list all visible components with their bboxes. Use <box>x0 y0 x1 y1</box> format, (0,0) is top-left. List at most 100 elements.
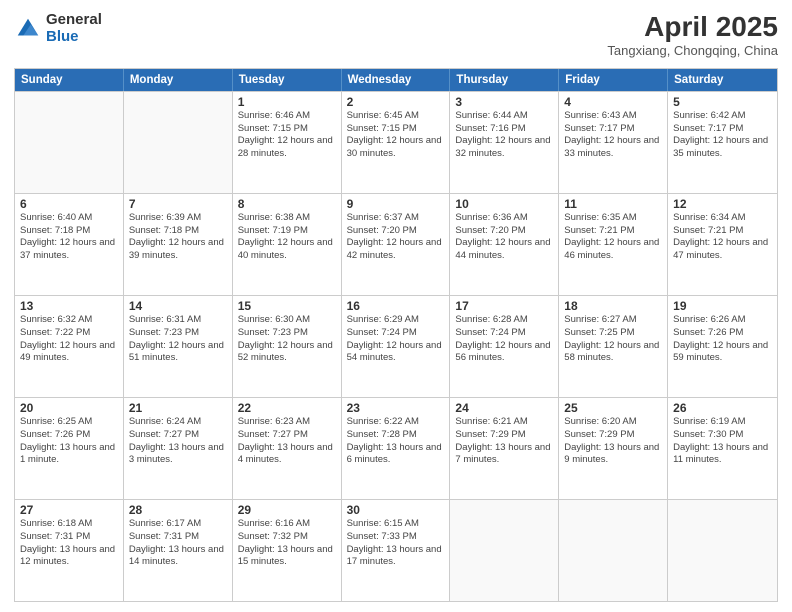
day-info: Sunrise: 6:39 AMSunset: 7:18 PMDaylight:… <box>129 212 227 263</box>
day-info: Sunrise: 6:35 AMSunset: 7:21 PMDaylight:… <box>564 212 662 263</box>
day-info: Sunrise: 6:24 AMSunset: 7:27 PMDaylight:… <box>129 416 227 467</box>
cal-cell-w2-d6: 11Sunrise: 6:35 AMSunset: 7:21 PMDayligh… <box>559 194 668 295</box>
cal-cell-w5-d3: 29Sunrise: 6:16 AMSunset: 7:32 PMDayligh… <box>233 500 342 601</box>
day-info: Sunrise: 6:23 AMSunset: 7:27 PMDaylight:… <box>238 416 336 467</box>
cal-cell-w5-d2: 28Sunrise: 6:17 AMSunset: 7:31 PMDayligh… <box>124 500 233 601</box>
subtitle: Tangxiang, Chongqing, China <box>607 43 778 58</box>
day-number: 7 <box>129 197 227 211</box>
week-row-3: 13Sunrise: 6:32 AMSunset: 7:22 PMDayligh… <box>15 295 777 397</box>
day-number: 26 <box>673 401 772 415</box>
logo-text: General Blue <box>46 12 102 45</box>
day-number: 27 <box>20 503 118 517</box>
day-number: 24 <box>455 401 553 415</box>
cal-cell-w5-d1: 27Sunrise: 6:18 AMSunset: 7:31 PMDayligh… <box>15 500 124 601</box>
day-number: 11 <box>564 197 662 211</box>
day-number: 4 <box>564 95 662 109</box>
day-number: 19 <box>673 299 772 313</box>
cal-cell-w4-d4: 23Sunrise: 6:22 AMSunset: 7:28 PMDayligh… <box>342 398 451 499</box>
day-number: 13 <box>20 299 118 313</box>
day-number: 6 <box>20 197 118 211</box>
day-info: Sunrise: 6:22 AMSunset: 7:28 PMDaylight:… <box>347 416 445 467</box>
day-info: Sunrise: 6:36 AMSunset: 7:20 PMDaylight:… <box>455 212 553 263</box>
cal-cell-w4-d3: 22Sunrise: 6:23 AMSunset: 7:27 PMDayligh… <box>233 398 342 499</box>
cal-cell-w5-d5 <box>450 500 559 601</box>
day-number: 22 <box>238 401 336 415</box>
header-monday: Monday <box>124 69 233 91</box>
cal-cell-w5-d7 <box>668 500 777 601</box>
cal-cell-w1-d2 <box>124 92 233 193</box>
cal-cell-w4-d6: 25Sunrise: 6:20 AMSunset: 7:29 PMDayligh… <box>559 398 668 499</box>
cal-cell-w1-d1 <box>15 92 124 193</box>
logo-blue: Blue <box>46 29 102 46</box>
calendar-header: Sunday Monday Tuesday Wednesday Thursday… <box>15 69 777 91</box>
day-info: Sunrise: 6:37 AMSunset: 7:20 PMDaylight:… <box>347 212 445 263</box>
calendar: Sunday Monday Tuesday Wednesday Thursday… <box>14 68 778 602</box>
cal-cell-w4-d5: 24Sunrise: 6:21 AMSunset: 7:29 PMDayligh… <box>450 398 559 499</box>
day-number: 29 <box>238 503 336 517</box>
day-info: Sunrise: 6:46 AMSunset: 7:15 PMDaylight:… <box>238 110 336 161</box>
day-info: Sunrise: 6:17 AMSunset: 7:31 PMDaylight:… <box>129 518 227 569</box>
cal-cell-w4-d1: 20Sunrise: 6:25 AMSunset: 7:26 PMDayligh… <box>15 398 124 499</box>
day-info: Sunrise: 6:44 AMSunset: 7:16 PMDaylight:… <box>455 110 553 161</box>
cal-cell-w3-d2: 14Sunrise: 6:31 AMSunset: 7:23 PMDayligh… <box>124 296 233 397</box>
day-info: Sunrise: 6:38 AMSunset: 7:19 PMDaylight:… <box>238 212 336 263</box>
day-number: 18 <box>564 299 662 313</box>
week-row-1: 1Sunrise: 6:46 AMSunset: 7:15 PMDaylight… <box>15 91 777 193</box>
day-info: Sunrise: 6:26 AMSunset: 7:26 PMDaylight:… <box>673 314 772 365</box>
week-row-5: 27Sunrise: 6:18 AMSunset: 7:31 PMDayligh… <box>15 499 777 601</box>
day-number: 30 <box>347 503 445 517</box>
cal-cell-w2-d5: 10Sunrise: 6:36 AMSunset: 7:20 PMDayligh… <box>450 194 559 295</box>
day-number: 10 <box>455 197 553 211</box>
header-tuesday: Tuesday <box>233 69 342 91</box>
day-info: Sunrise: 6:18 AMSunset: 7:31 PMDaylight:… <box>20 518 118 569</box>
day-info: Sunrise: 6:31 AMSunset: 7:23 PMDaylight:… <box>129 314 227 365</box>
day-number: 21 <box>129 401 227 415</box>
day-number: 1 <box>238 95 336 109</box>
day-info: Sunrise: 6:29 AMSunset: 7:24 PMDaylight:… <box>347 314 445 365</box>
day-number: 3 <box>455 95 553 109</box>
cal-cell-w3-d7: 19Sunrise: 6:26 AMSunset: 7:26 PMDayligh… <box>668 296 777 397</box>
header-saturday: Saturday <box>668 69 777 91</box>
cal-cell-w4-d7: 26Sunrise: 6:19 AMSunset: 7:30 PMDayligh… <box>668 398 777 499</box>
day-number: 28 <box>129 503 227 517</box>
cal-cell-w2-d2: 7Sunrise: 6:39 AMSunset: 7:18 PMDaylight… <box>124 194 233 295</box>
cal-cell-w3-d3: 15Sunrise: 6:30 AMSunset: 7:23 PMDayligh… <box>233 296 342 397</box>
day-number: 17 <box>455 299 553 313</box>
cal-cell-w1-d3: 1Sunrise: 6:46 AMSunset: 7:15 PMDaylight… <box>233 92 342 193</box>
day-info: Sunrise: 6:40 AMSunset: 7:18 PMDaylight:… <box>20 212 118 263</box>
logo-icon <box>14 15 42 43</box>
day-info: Sunrise: 6:43 AMSunset: 7:17 PMDaylight:… <box>564 110 662 161</box>
day-info: Sunrise: 6:15 AMSunset: 7:33 PMDaylight:… <box>347 518 445 569</box>
day-number: 16 <box>347 299 445 313</box>
cal-cell-w2-d7: 12Sunrise: 6:34 AMSunset: 7:21 PMDayligh… <box>668 194 777 295</box>
logo: General Blue <box>14 12 102 45</box>
day-info: Sunrise: 6:32 AMSunset: 7:22 PMDaylight:… <box>20 314 118 365</box>
day-info: Sunrise: 6:28 AMSunset: 7:24 PMDaylight:… <box>455 314 553 365</box>
day-info: Sunrise: 6:25 AMSunset: 7:26 PMDaylight:… <box>20 416 118 467</box>
day-number: 14 <box>129 299 227 313</box>
day-number: 9 <box>347 197 445 211</box>
day-info: Sunrise: 6:16 AMSunset: 7:32 PMDaylight:… <box>238 518 336 569</box>
page: General Blue April 2025 Tangxiang, Chong… <box>0 0 792 612</box>
cal-cell-w3-d1: 13Sunrise: 6:32 AMSunset: 7:22 PMDayligh… <box>15 296 124 397</box>
day-number: 25 <box>564 401 662 415</box>
day-number: 20 <box>20 401 118 415</box>
week-row-2: 6Sunrise: 6:40 AMSunset: 7:18 PMDaylight… <box>15 193 777 295</box>
day-info: Sunrise: 6:19 AMSunset: 7:30 PMDaylight:… <box>673 416 772 467</box>
cal-cell-w5-d4: 30Sunrise: 6:15 AMSunset: 7:33 PMDayligh… <box>342 500 451 601</box>
cal-cell-w3-d5: 17Sunrise: 6:28 AMSunset: 7:24 PMDayligh… <box>450 296 559 397</box>
cal-cell-w1-d5: 3Sunrise: 6:44 AMSunset: 7:16 PMDaylight… <box>450 92 559 193</box>
month-title: April 2025 <box>607 12 778 43</box>
cal-cell-w2-d4: 9Sunrise: 6:37 AMSunset: 7:20 PMDaylight… <box>342 194 451 295</box>
day-number: 8 <box>238 197 336 211</box>
cal-cell-w1-d4: 2Sunrise: 6:45 AMSunset: 7:15 PMDaylight… <box>342 92 451 193</box>
day-number: 2 <box>347 95 445 109</box>
day-number: 5 <box>673 95 772 109</box>
header-friday: Friday <box>559 69 668 91</box>
day-info: Sunrise: 6:45 AMSunset: 7:15 PMDaylight:… <box>347 110 445 161</box>
day-number: 12 <box>673 197 772 211</box>
title-block: April 2025 Tangxiang, Chongqing, China <box>607 12 778 58</box>
week-row-4: 20Sunrise: 6:25 AMSunset: 7:26 PMDayligh… <box>15 397 777 499</box>
header: General Blue April 2025 Tangxiang, Chong… <box>14 12 778 58</box>
day-info: Sunrise: 6:42 AMSunset: 7:17 PMDaylight:… <box>673 110 772 161</box>
